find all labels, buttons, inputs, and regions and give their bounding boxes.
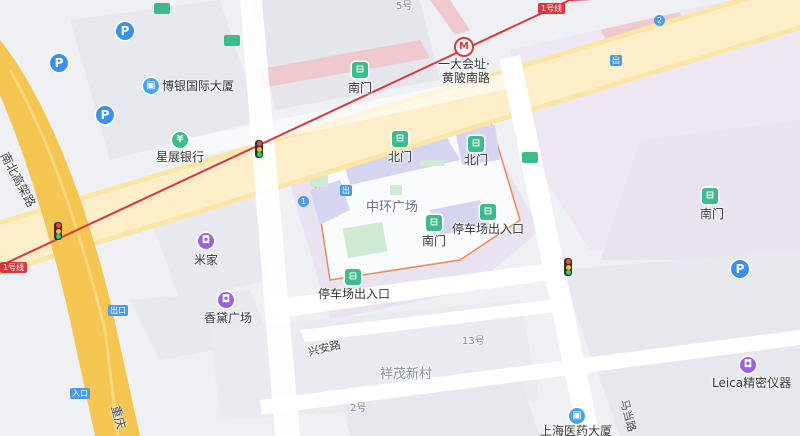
traffic-light-icon [54,222,62,240]
exit-number-badge: 2 [654,15,665,26]
gate-icon[interactable]: ⊟ [345,269,361,285]
station-name-line2[interactable]: 黄陂南路 [442,71,490,85]
office-building-icon[interactable]: ▣ [143,78,159,94]
parking-icon[interactable]: P [50,54,68,72]
office-building-icon[interactable]: ▣ [569,408,585,424]
gate-icon[interactable]: ⊟ [480,204,496,220]
house-number: 5号 [396,1,413,12]
station-name-line1[interactable]: 一大会址· [438,57,490,71]
parking-icon[interactable]: P [731,260,749,278]
map-canvas[interactable]: M 1号线 1号线 一大会址· 黄陂南路 出 出 出口 入口 2 1 P P P… [0,0,800,436]
poi-nanmen-mall[interactable]: 南门 [422,234,446,248]
metro-station-icon[interactable]: M [454,37,474,57]
gate-icon[interactable]: ⊟ [702,188,718,204]
entrance-tag[interactable]: 入口 [70,388,90,399]
exit-tag[interactable]: 出口 [108,305,128,316]
parking-icon[interactable]: P [96,106,114,124]
bus-stop-icon[interactable] [522,152,538,163]
poi-nanmen-right[interactable]: 南门 [700,207,724,221]
poi-zhonghuan[interactable]: 中环广场 [366,201,418,215]
exit-number-badge: 1 [298,196,309,207]
poi-beimen-2[interactable]: 北门 [464,153,488,167]
gate-icon[interactable]: ⊟ [352,62,368,78]
poi-parking-1[interactable]: 停车场出入口 [452,222,524,236]
poi-xingzhan[interactable]: 星展银行 [156,150,204,164]
metro-line-label: 1号线 [538,3,566,14]
shopping-bag-icon[interactable]: ◘ [740,357,756,373]
poi-parking-2[interactable]: 停车场出入口 [318,287,390,301]
poi-xiangdai[interactable]: 香黛广场 [204,311,252,325]
shopping-bag-icon[interactable]: ◘ [218,292,234,308]
poi-beimen-1[interactable]: 北门 [388,150,412,164]
traffic-light-icon [255,140,263,158]
bus-stop-icon[interactable] [154,3,170,14]
area-label-xiangmao[interactable]: 祥茂新村 [380,368,432,382]
poi-mijia[interactable]: 米家 [194,253,218,267]
metro-line-label-left: 1号线 [0,262,28,273]
poi-boyin[interactable]: 博银国际大厦 [162,79,234,93]
bank-icon[interactable]: ¥ [172,132,188,148]
poi-leica[interactable]: Leica精密仪器 [712,376,791,390]
gate-icon[interactable]: ⊟ [468,136,484,152]
gate-icon[interactable]: ⊟ [426,215,442,231]
parking-icon[interactable]: P [116,22,134,40]
house-number: 2号 [350,403,367,414]
traffic-light-icon [564,258,572,276]
exit-tag[interactable]: 出 [340,185,352,196]
house-number: 13号 [462,336,485,347]
gate-icon[interactable]: ⊟ [392,131,408,147]
exit-tag[interactable]: 出 [610,55,622,66]
poi-nanmen-top[interactable]: 南门 [348,81,372,95]
poi-shanghai-yiyao[interactable]: 上海医药大厦 [540,424,612,436]
shopping-bag-icon[interactable]: ◘ [198,233,214,249]
bus-stop-icon[interactable] [224,35,240,46]
